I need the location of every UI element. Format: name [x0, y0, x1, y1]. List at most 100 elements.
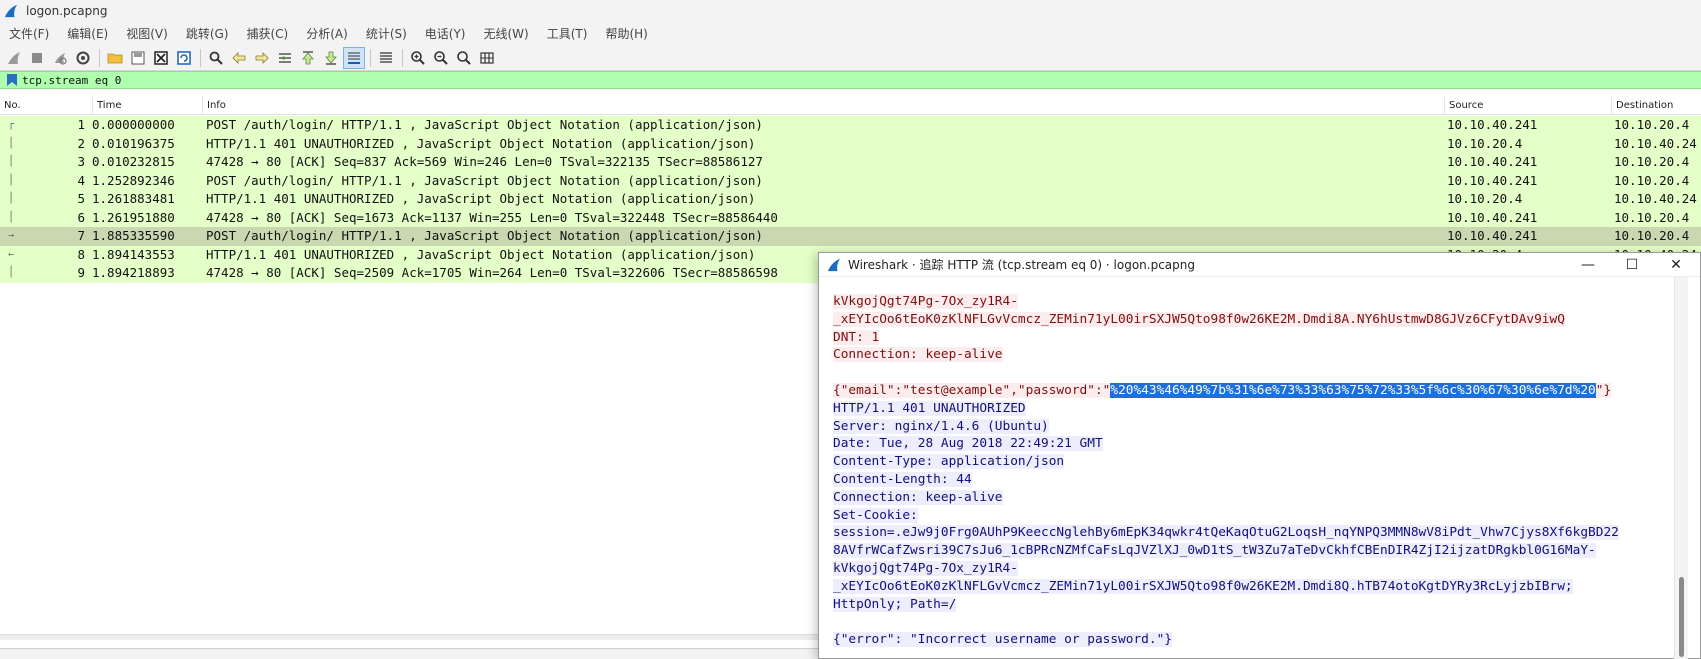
menu-item[interactable]: 无线(W) [475, 22, 538, 46]
stream-text: Connection: keep-alive [833, 347, 1003, 363]
packet-source: 10.10.40.241 [1447, 154, 1538, 169]
client-stream-line: _xEYIcOo6tEoK0zKlNFLGvVcmcz_ZEMin71yL00i… [833, 311, 1681, 329]
table-row[interactable]: → 7 1.885335590 POST /auth/login/ HTTP/1.1 … [0, 227, 1701, 246]
packet-source: 10.10.20.4 [1447, 191, 1523, 206]
packet-list-horizontal-scrollbar[interactable] [0, 634, 830, 640]
packet-list-header: No. Time Info Source Destination [0, 97, 1701, 115]
packet-number: 2 [77, 135, 85, 151]
auto-scroll-icon[interactable] [343, 47, 365, 69]
menu-item[interactable]: 跳转(G) [177, 22, 238, 46]
menu-item[interactable]: 统计(S) [357, 22, 416, 46]
menu-item[interactable]: 工具(T) [538, 22, 597, 46]
save-file-icon[interactable] [128, 48, 148, 68]
packet-time: 1.885335590 [92, 228, 175, 243]
zoom-in-icon[interactable] [408, 48, 428, 68]
stream-text: Content-Length: 44 [833, 471, 972, 487]
resize-columns-icon[interactable] [477, 48, 497, 68]
wireshark-logo-icon [827, 258, 841, 271]
display-filter-bar: tcp.stream eq 0 [0, 71, 1701, 89]
window-titlebar: logon.pcapng [0, 0, 1701, 22]
go-first-icon[interactable] [298, 48, 318, 68]
packet-destination: 10.10.20.4 [1614, 154, 1690, 169]
packet-time: 1.894218893 [92, 265, 175, 280]
server-stream-line: kVkgojQgt74Pg-7Ox_zy1R4- [833, 560, 1681, 578]
column-header-no[interactable]: No. [0, 97, 88, 115]
packet-number: 1 [77, 117, 85, 132]
packet-destination: 10.10.40.24 [1614, 191, 1697, 206]
stream-text: Server: nginx/1.4.6 (Ubuntu) [833, 418, 1049, 434]
server-stream-line: session=.eJw9j0Frg0AUhP9KeeccNglehBy6mEp… [833, 524, 1681, 542]
table-row[interactable]: │ 3 0.010232815 47428 → 80 [ACK] Seq=837 Ac… [0, 153, 1701, 172]
packet-time: 0.000000000 [92, 117, 175, 132]
menu-item[interactable]: 分析(A) [297, 22, 357, 46]
stream-content[interactable]: kVkgojQgt74Pg-7Ox_zy1R4- _xEYIcOo6tEoK0zK… [833, 293, 1681, 659]
menu-item[interactable]: 视图(V) [117, 22, 177, 46]
packet-destination: 10.10.20.4 [1614, 117, 1690, 132]
menu-item[interactable]: 文件(F) [0, 22, 58, 46]
window-title: logon.pcapng [26, 4, 108, 18]
server-stream-line: HTTP/1.1 401 UNAUTHORIZED [833, 400, 1681, 418]
go-forward-icon[interactable] [252, 48, 272, 68]
menu-item[interactable]: 编辑(E) [58, 22, 117, 46]
menu-item[interactable]: 帮助(H) [596, 22, 656, 46]
server-stream-line: {"error": "Incorrect username or passwor… [833, 631, 1681, 649]
capture-options-icon[interactable] [73, 48, 93, 68]
table-row[interactable]: │ 5 1.261883481 HTTP/1.1 401 UNAUTHORIZED ,… [0, 190, 1701, 209]
packet-time: 0.010196375 [92, 135, 175, 151]
scrollbar-thumb[interactable] [1679, 577, 1684, 657]
find-icon[interactable] [206, 48, 226, 68]
packet-source: 10.10.40.241 [1447, 209, 1538, 225]
stream-text: HttpOnly; Path=/ [833, 596, 957, 612]
bookmark-icon[interactable] [6, 73, 18, 87]
table-row[interactable]: ┌ 1 0.000000000 POST /auth/login/ HTTP/1.1 … [0, 116, 1701, 135]
column-header-time[interactable]: Time [92, 97, 202, 115]
server-stream-line: 8AVfrWCafZwsri39C7sJu6_1cBPRcNZMfCaFsLqJ… [833, 542, 1681, 560]
toolbar-separator [200, 49, 201, 67]
stream-text: kVkgojQgt74Pg-7Ox_zy1R4- [833, 560, 1018, 576]
column-header-destination[interactable]: Destination [1611, 97, 1701, 115]
packet-number: 8 [77, 246, 85, 262]
server-stream-line: Connection: keep-alive [833, 489, 1681, 507]
server-stream-line: Server: nginx/1.4.6 (Ubuntu) [833, 418, 1681, 436]
packet-info: POST /auth/login/ HTTP/1.1 , JavaScript … [206, 172, 763, 188]
stream-text: {"email":"test@example","password":" [833, 382, 1111, 398]
stop-icon[interactable] [27, 48, 47, 68]
display-filter-input[interactable]: tcp.stream eq 0 [22, 74, 121, 87]
restart-icon[interactable] [50, 48, 70, 68]
table-row[interactable]: │ 6 1.261951880 47428 → 80 [ACK] Seq=1673 A… [0, 208, 1701, 227]
menu-item[interactable]: 电话(Y) [416, 22, 475, 46]
maximize-button[interactable]: ☐ [1610, 253, 1654, 277]
go-last-icon[interactable] [321, 48, 341, 68]
open-folder-icon[interactable] [105, 48, 125, 68]
packet-source: 10.10.40.241 [1447, 117, 1538, 132]
reload-icon[interactable] [174, 48, 194, 68]
shark-fin-start-icon[interactable] [4, 48, 24, 68]
column-header-source[interactable]: Source [1444, 97, 1611, 115]
stream-text: 8AVfrWCafZwsri39C7sJu6_1cBPRcNZMfCaFsLqJ… [833, 543, 1596, 559]
stream-text: kVkgojQgt74Pg-7Ox_zy1R4- [833, 294, 1018, 309]
zoom-out-icon[interactable] [431, 48, 451, 68]
minimize-button[interactable]: — [1566, 253, 1610, 277]
packet-destination: 10.10.20.4 [1614, 209, 1690, 225]
close-button[interactable]: ✕ [1654, 253, 1698, 277]
packet-source: 10.10.40.241 [1447, 172, 1538, 188]
stream-vertical-scrollbar[interactable] [1674, 277, 1688, 659]
packet-info: 47428 → 80 [ACK] Seq=837 Ack=569 Win=246… [206, 154, 763, 169]
colorize-icon[interactable] [376, 48, 396, 68]
packet-number: 7 [77, 228, 85, 243]
packet-number: 3 [77, 154, 85, 169]
close-file-icon[interactable] [151, 48, 171, 68]
packet-source: 10.10.40.241 [1447, 228, 1538, 243]
table-row[interactable]: │ 2 0.010196375 HTTP/1.1 401 UNAUTHORIZED ,… [0, 134, 1701, 153]
column-header-info[interactable]: Info [202, 97, 1444, 115]
packet-info: POST /auth/login/ HTTP/1.1 , JavaScript … [206, 117, 763, 132]
menu-item[interactable]: 捕获(C) [237, 22, 297, 46]
go-to-packet-icon[interactable] [275, 48, 295, 68]
table-row[interactable]: │ 4 1.252892346 POST /auth/login/ HTTP/1.1 … [0, 171, 1701, 190]
go-back-icon[interactable] [229, 48, 249, 68]
server-stream-line: _xEYIcOo6tEoK0zKlNFLGvVcmcz_ZEMin71yL00i… [833, 578, 1681, 596]
stream-text: Content-Type: application/json [833, 454, 1065, 470]
server-stream-line: Set-Cookie: [833, 507, 1681, 525]
zoom-normal-icon[interactable] [454, 48, 474, 68]
selected-password-text[interactable]: %20%43%46%49%7b%31%6e%73%33%63%75%72%33%… [1110, 382, 1596, 398]
